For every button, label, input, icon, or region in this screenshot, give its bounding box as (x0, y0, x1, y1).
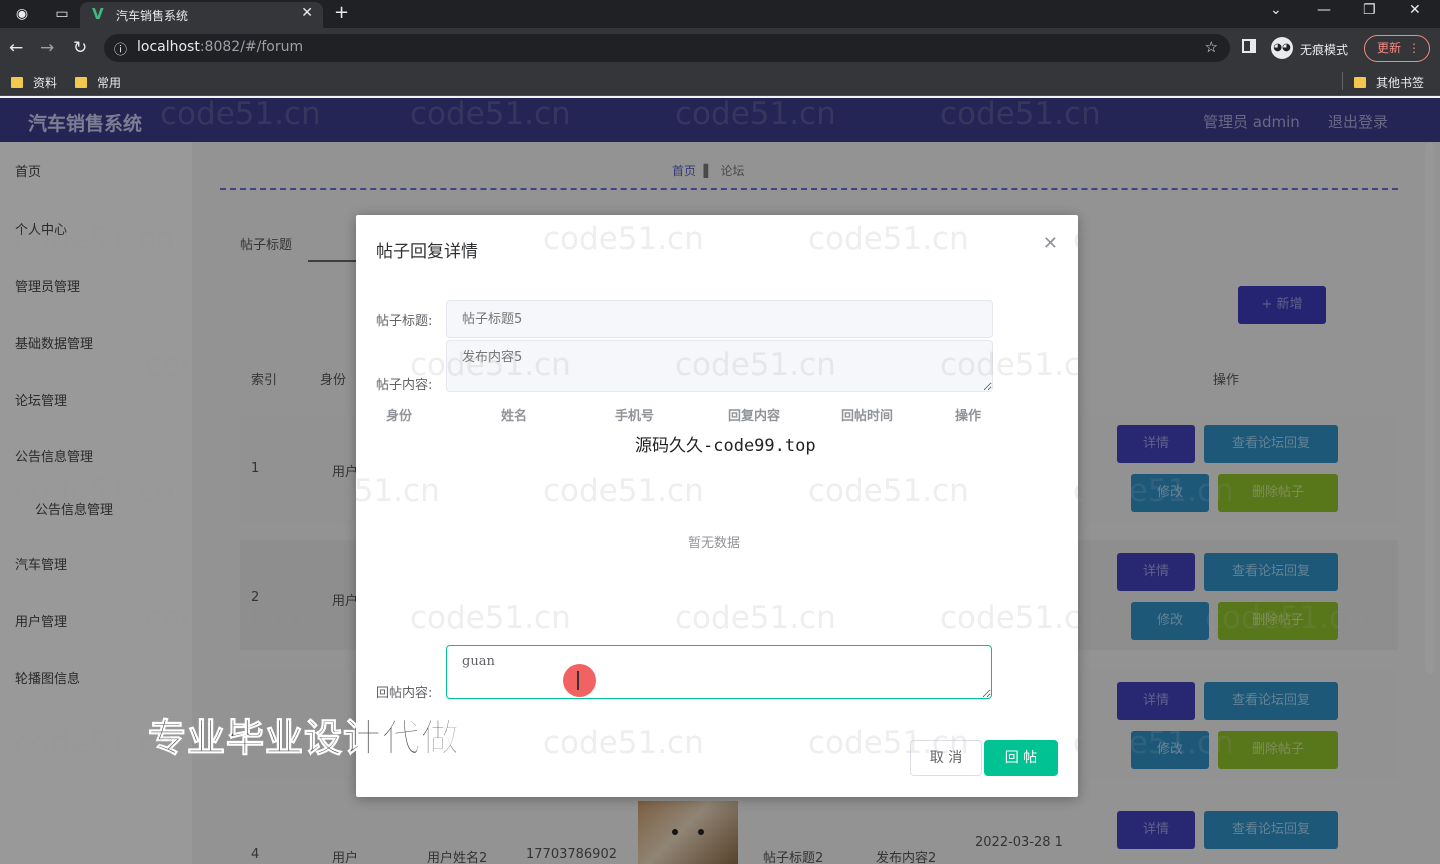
browser-menu-icon[interactable]: ◉ (12, 4, 32, 24)
window-close-icon[interactable]: ✕ (1409, 2, 1421, 18)
tab-search-icon[interactable]: ⌄ (1270, 2, 1282, 18)
browser-tab-bar: ◉ ▭ V 汽车销售系统 ✕ + ⌄ — ❐ ✕ (0, 0, 1440, 28)
minimize-icon[interactable]: — (1317, 2, 1331, 18)
tiled-watermark: code51.cn (543, 221, 704, 257)
folder-icon (1354, 77, 1366, 88)
tab-overview-icon[interactable]: ▭ (52, 4, 72, 24)
tiled-watermark: code51.cn (940, 96, 1101, 132)
reply-table-header-content: 回复内容 (728, 409, 781, 424)
tiled-watermark: code51.cn (808, 725, 969, 761)
tiled-watermark: code51.cn (675, 347, 836, 383)
reply-table-header-time: 回帖时间 (841, 409, 894, 424)
dialog-title: 帖子回复详情 (376, 242, 478, 262)
new-tab-icon[interactable]: + (334, 2, 349, 23)
reply-table-header-phone: 手机号 (615, 409, 655, 424)
browser-tab-active[interactable]: V 汽车销售系统 ✕ (80, 2, 323, 28)
reply-detail-dialog: 帖子回复详情 ✕ 帖子标题: 帖子内容: 身份 姓名 手机号 回复内容 回帖时间… (356, 215, 1078, 797)
back-icon[interactable]: ← (9, 38, 23, 58)
tiled-watermark: code51.cn (410, 347, 571, 383)
post-title-label: 帖子标题: (376, 314, 433, 329)
tiled-watermark: code51.cn (543, 725, 704, 761)
other-bookmarks[interactable]: 其他书签 (1354, 74, 1424, 91)
restore-icon[interactable]: ❐ (1363, 2, 1376, 18)
tab-title: 汽车销售系统 (116, 9, 189, 23)
incognito-label: 无痕模式 (1300, 43, 1349, 57)
update-button[interactable]: 更新 ⋮ (1364, 35, 1430, 62)
bookmark-folder[interactable]: 资料 (11, 74, 57, 91)
bookmark-star-icon[interactable]: ☆ (1205, 38, 1218, 56)
tiled-watermark: code51.cn (14, 725, 175, 761)
tiled-watermark: code51.cn (1073, 221, 1234, 257)
tab-close-icon[interactable]: ✕ (301, 5, 313, 21)
tiled-watermark: code51.cn (1073, 473, 1234, 509)
tiled-watermark: code51.cn (410, 96, 571, 132)
tiled-watermark: code51.cn (808, 221, 969, 257)
tiled-watermark: code51.cn (1205, 600, 1366, 636)
kebab-menu-icon[interactable]: ⋮ (1408, 36, 1420, 61)
folder-icon (11, 77, 23, 88)
promo-overlay-text: 专业毕业设计代做 (147, 716, 461, 761)
tiled-watermark: code51.cn (145, 600, 306, 636)
page-scrollbar[interactable] (1425, 142, 1435, 674)
tiled-watermark: code51.cn (145, 347, 306, 383)
tiled-watermark: code51.cn (14, 473, 175, 509)
reply-table-header-name: 姓名 (501, 409, 528, 424)
submit-reply-button[interactable]: 回 帖 (984, 740, 1058, 776)
post-title-field (446, 300, 993, 338)
empty-state-text: 暂无数据 (688, 536, 741, 551)
site-info-icon[interactable]: ⓘ (114, 39, 127, 58)
tiled-watermark: code51.cn (940, 600, 1101, 636)
side-panel-icon[interactable] (1242, 39, 1256, 53)
bookmark-divider (1342, 72, 1343, 90)
bookmark-folder[interactable]: 常用 (75, 74, 121, 91)
tiled-watermark: code51.cn (279, 473, 440, 509)
tiled-watermark: code51.cn (1073, 725, 1234, 761)
mouse-cursor-indicator (563, 664, 596, 697)
tiled-watermark: code51.cn (675, 600, 836, 636)
tiled-watermark: code51.cn (543, 473, 704, 509)
tiled-watermark: code51.cn (675, 96, 836, 132)
reload-icon[interactable]: ↻ (73, 38, 87, 58)
site-watermark: 源码久久-code99.top (635, 436, 816, 456)
tiled-watermark: code51.cn (808, 473, 969, 509)
url-host: localhost (137, 39, 200, 55)
browser-address-bar: ← → ↻ ⓘ localhost:8082/#/forum ☆ (0, 28, 1440, 68)
close-icon[interactable]: ✕ (1043, 233, 1058, 254)
incognito-icon[interactable]: ◕◕ (1271, 37, 1293, 59)
text-cursor-icon (577, 671, 579, 690)
bookmarks-bar: 资料 常用 其他书签 (0, 68, 1440, 96)
tiled-watermark: code51.cn (14, 221, 175, 257)
tiled-watermark: code51.cn (160, 96, 321, 132)
reply-table-header-action: 操作 (955, 409, 982, 424)
vue-logo-icon: V (92, 5, 104, 23)
url-path: :8082/#/forum (199, 39, 304, 55)
folder-icon (75, 77, 87, 88)
tiled-watermark: code51.cn (410, 600, 571, 636)
tiled-watermark: code51.cn (940, 347, 1101, 383)
update-label: 更新 (1377, 41, 1402, 55)
reply-table-header-identity: 身份 (386, 409, 413, 424)
forward-icon[interactable]: → (40, 38, 54, 58)
url-field[interactable]: ⓘ localhost:8082/#/forum ☆ (104, 34, 1230, 62)
reply-content-input[interactable]: guan (446, 645, 992, 699)
reply-content-label: 回帖内容: (376, 686, 433, 701)
tiled-watermark: code51.cn (1205, 347, 1366, 383)
